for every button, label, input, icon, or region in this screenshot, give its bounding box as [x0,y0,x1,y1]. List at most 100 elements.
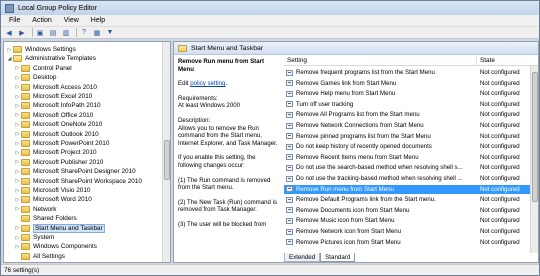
tree-item[interactable]: ▷ Desktop [14,73,56,82]
policy-row[interactable]: Remove Recent Items menu from Start Menu… [284,153,530,162]
column-header-state[interactable]: State [480,57,495,64]
tree-item[interactable]: ▷ Microsoft InfoPath 2010 [14,101,101,110]
expand-icon[interactable]: ▷ [14,141,21,147]
tree-pane: ▷ Windows Settings ◢ Administrative Templat… [3,41,171,263]
tree-item[interactable]: ▷ Start Menu and Taskbar [14,223,105,233]
policy-name: Turn off user tracking [296,100,354,108]
policy-row[interactable]: Remove Default Programs link from the St… [284,195,530,204]
expand-icon[interactable]: ▷ [14,131,21,137]
expand-icon[interactable]: ▷ [14,206,21,212]
tree-item[interactable]: ▷ Microsoft Access 2010 [14,83,97,92]
policy-row[interactable]: Remove Documents icon from Start Menu Not… [284,206,530,215]
expand-icon[interactable]: ▷ [14,178,21,184]
policy-row[interactable]: Remove All Programs list from the Start … [284,110,530,119]
expand-icon[interactable]: ▷ [14,159,21,165]
expand-icon[interactable]: ▷ [14,65,21,71]
policy-row[interactable]: Turn off user tracking Not configured [284,100,530,109]
policy-state: Not configured [480,90,520,98]
tree-item[interactable]: ▷ Microsoft OneNote 2010 [14,120,102,129]
policy-row[interactable]: Remove Music icon from Start Menu Not con… [284,216,530,225]
tree-scrollbar[interactable] [162,42,170,262]
help-icon[interactable]: ? [79,28,89,37]
policy-row[interactable]: Remove frequent programs list from the S… [284,68,530,77]
expand-icon[interactable]: ▷ [6,47,13,53]
tree-item[interactable]: All Settings [14,252,65,261]
tree-item[interactable]: ▷ Windows Settings [6,45,76,54]
tree-item[interactable]: ▷ Network [14,205,56,214]
policy-row[interactable]: Do not keep history of recently opened d… [284,142,530,151]
folder-icon [13,46,22,53]
tree-item[interactable]: ▷ Microsoft Word 2010 [14,195,92,204]
expand-icon[interactable]: ▷ [14,188,21,194]
policy-row[interactable]: Remove Network Connections from Start Me… [284,121,530,130]
show-tree-icon[interactable]: ▤ [48,28,58,37]
tree-item[interactable]: ◢ Administrative Templates [6,54,96,63]
export-icon[interactable]: ▥ [61,28,71,37]
filter-icon[interactable]: ▼ [105,28,115,37]
back-icon[interactable]: ◀ [4,28,14,37]
policy-row[interactable]: Remove Run menu from Start Menu Not confi… [284,184,530,194]
tree-item-label: Windows Settings [25,46,76,53]
tree-item[interactable]: ▷ Microsoft Project 2010 [14,148,97,157]
expand-icon[interactable]: ▷ [14,94,21,100]
policy-row[interactable]: Remove Network icon from Start Menu Not c… [284,227,530,236]
tree-scroll-thumb[interactable] [164,140,170,180]
tree-item[interactable]: ▷ Microsoft Outlook 2010 [14,130,99,139]
policy-state: Not configured [480,217,520,225]
tree-item[interactable]: ▷ Microsoft Excel 2010 [14,92,92,101]
policy-setting-link[interactable]: policy setting [190,80,225,87]
toolbar: ◀ ▶ ▣ ▤ ▥ ? ▦ ▼ [1,27,539,39]
policy-row[interactable]: Do not use the tracking-based method whe… [284,174,530,183]
tree-item[interactable]: ▷ Microsoft PowerPoint 2010 [14,139,109,148]
folder-icon [21,215,30,223]
tree-item[interactable]: ▷ Microsoft Publisher 2010 [14,158,103,167]
tab-extended[interactable]: Extended [284,253,321,262]
menu-file[interactable]: File [3,17,26,24]
expand-icon[interactable]: ▷ [14,197,21,203]
policy-row[interactable]: Remove pinned programs list from the Sta… [284,132,530,141]
menu-action[interactable]: Action [26,17,57,24]
expand-icon[interactable]: ▷ [14,103,21,109]
forward-icon[interactable]: ▶ [17,28,27,37]
tree-item[interactable]: ▷ Microsoft Office 2010 [14,111,93,120]
expand-icon[interactable]: ▷ [14,169,21,175]
expand-icon[interactable]: ▷ [14,244,21,250]
tree-item[interactable]: ▷ Windows Components [14,242,97,251]
list-scroll-thumb[interactable] [532,72,538,202]
expand-icon[interactable]: ▷ [14,235,21,241]
column-divider[interactable] [476,55,477,66]
menu-help[interactable]: Help [85,17,111,24]
list-scrollbar[interactable] [530,66,538,253]
policy-row[interactable]: Do not use the search-based method when … [284,163,530,172]
expand-icon[interactable]: ▷ [14,84,21,90]
expand-icon[interactable]: ▷ [14,122,21,128]
tree-item-label: Microsoft PowerPoint 2010 [33,140,110,147]
details-header: Start Menu and Taskbar [174,42,538,55]
tab-standard[interactable]: Standard [320,253,356,262]
tree-item[interactable]: ▷ Microsoft Visio 2010 [14,186,90,195]
edit-line: Edit policy setting. [178,80,280,88]
policy-row[interactable]: Remove Help menu from Start Menu Not conf… [284,89,530,98]
policy-name: Do not use the search-based method when … [296,164,463,172]
expand-icon[interactable]: ▷ [14,75,21,81]
tree-item[interactable]: Shared Folders [14,214,77,223]
policy-state: Not configured [480,185,520,193]
properties-icon[interactable]: ▦ [92,28,102,37]
tree-item[interactable]: ▷ Microsoft SharePoint Workspace 2010 [14,177,142,186]
expand-icon[interactable]: ▷ [14,225,21,231]
tree-item-label: System [33,234,55,241]
collapse-icon[interactable]: ◢ [6,56,13,62]
tree-item[interactable]: ▷ System [14,233,54,242]
policy-row[interactable]: Remove Pictures icon from Start Menu Not … [284,238,530,247]
tree-item[interactable]: ▷ Control Panel [14,64,72,73]
policy-row[interactable]: Remove Games link from Start Menu Not con… [284,79,530,88]
folder-icon [21,93,30,100]
expand-icon[interactable]: ▷ [14,112,21,118]
expand-icon[interactable]: ▷ [14,150,21,156]
tree-item[interactable]: ▷ Microsoft SharePoint Designer 2010 [14,167,136,176]
folder-up-icon[interactable]: ▣ [35,28,45,37]
folder-icon [21,252,30,260]
menu-view[interactable]: View [58,17,85,24]
folder-icon [21,149,30,157]
column-header-setting[interactable]: Setting [287,57,307,64]
